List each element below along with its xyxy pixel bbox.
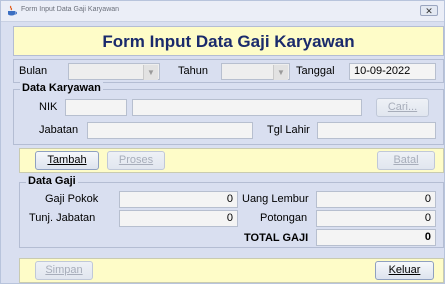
form-window: Form Input Data Gaji Karyawan ✕ Form Inp… bbox=[0, 0, 445, 284]
gaji-pokok-label: Gaji Pokok bbox=[45, 193, 99, 205]
tgl-lahir-label: Tgl Lahir bbox=[267, 124, 310, 136]
tahun-label: Tahun bbox=[178, 65, 208, 77]
tambah-label: Tambah bbox=[47, 154, 87, 166]
keluar-button[interactable]: Keluar bbox=[375, 261, 434, 280]
potongan-field[interactable]: 0 bbox=[316, 210, 436, 227]
period-panel: Bulan ▼ Tahun ▼ Tanggal 10-09-2022 bbox=[13, 59, 444, 83]
nik-field[interactable] bbox=[65, 99, 127, 116]
tanggal-field[interactable]: 10-09-2022 bbox=[349, 63, 436, 80]
cari-label: Cari... bbox=[387, 101, 418, 113]
window-title: Form Input Data Gaji Karyawan bbox=[21, 6, 120, 13]
bulan-label: Bulan bbox=[19, 65, 48, 77]
tunj-jabatan-label: Tunj. Jabatan bbox=[29, 212, 96, 224]
tunj-jabatan-field[interactable]: 0 bbox=[119, 210, 238, 227]
tanggal-label: Tanggal bbox=[296, 65, 335, 77]
data-gaji-label: Data Gaji bbox=[26, 175, 78, 187]
proses-button[interactable]: Proses bbox=[107, 151, 165, 170]
data-gaji-group: Data Gaji Gaji Pokok 0 Tunj. Jabatan 0 U… bbox=[19, 175, 444, 248]
jabatan-field[interactable] bbox=[87, 122, 253, 139]
uang-lembur-label: Uang Lembur bbox=[242, 193, 309, 205]
tambah-button[interactable]: Tambah bbox=[35, 151, 99, 170]
bulan-select[interactable]: ▼ bbox=[68, 63, 160, 80]
uang-lembur-field[interactable]: 0 bbox=[316, 191, 436, 208]
simpan-label: Simpan bbox=[45, 264, 83, 276]
keluar-label: Keluar bbox=[388, 264, 421, 276]
data-karyawan-group: Data Karyawan NIK Cari... Jabatan Tgl La… bbox=[13, 82, 444, 145]
nik-label: NIK bbox=[39, 101, 58, 113]
batal-label: Batal bbox=[393, 154, 419, 166]
cari-button[interactable]: Cari... bbox=[376, 98, 429, 117]
header-panel: Form Input Data Gaji Karyawan bbox=[13, 26, 444, 56]
bottom-toolbar: Simpan Keluar bbox=[19, 258, 444, 283]
tgl-lahir-field[interactable] bbox=[317, 122, 436, 139]
jabatan-label: Jabatan bbox=[39, 124, 79, 136]
action-toolbar: Tambah Proses Batal bbox=[19, 148, 444, 173]
close-button[interactable]: ✕ bbox=[420, 5, 438, 16]
title-bar: Form Input Data Gaji Karyawan ✕ bbox=[1, 1, 444, 22]
proses-label: Proses bbox=[118, 154, 154, 166]
nama-field[interactable] bbox=[132, 99, 362, 116]
simpan-button[interactable]: Simpan bbox=[35, 261, 93, 280]
batal-button[interactable]: Batal bbox=[377, 151, 435, 170]
gaji-pokok-field[interactable]: 0 bbox=[119, 191, 238, 208]
potongan-label: Potongan bbox=[260, 212, 308, 224]
data-karyawan-label: Data Karyawan bbox=[20, 82, 103, 94]
page-title: Form Input Data Gaji Karyawan bbox=[102, 32, 355, 51]
java-cup-icon bbox=[8, 5, 17, 16]
chevron-down-icon: ▼ bbox=[143, 65, 158, 80]
total-gaji-field: 0 bbox=[316, 229, 436, 246]
tahun-select[interactable]: ▼ bbox=[221, 63, 290, 80]
total-gaji-label: TOTAL GAJI bbox=[244, 232, 309, 244]
chevron-down-icon: ▼ bbox=[273, 65, 288, 80]
